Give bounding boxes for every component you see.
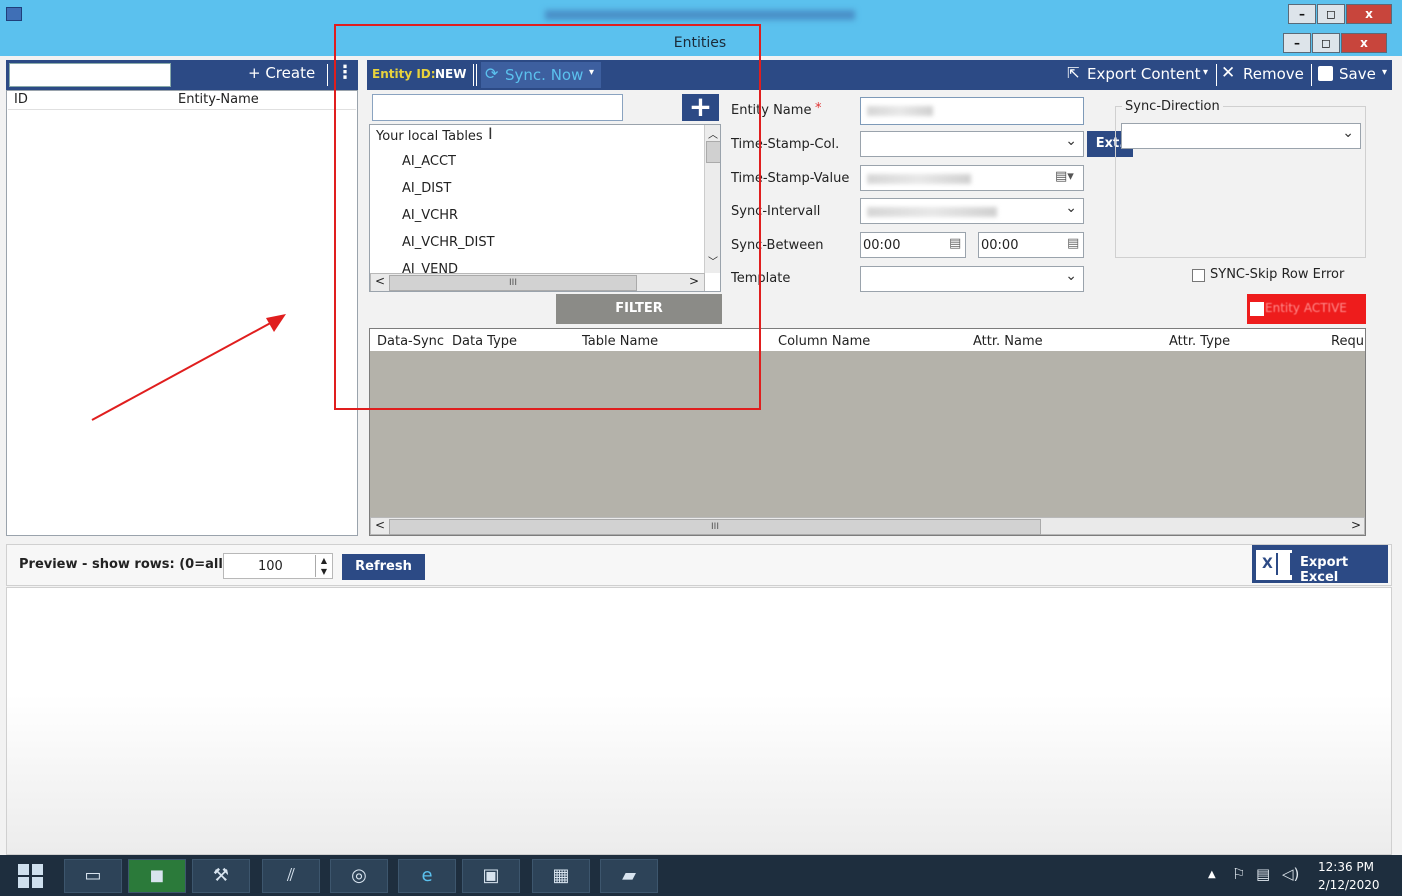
annotation-highlight-box <box>334 24 761 410</box>
entity-name-value-blurred <box>867 106 933 116</box>
inner-minimize-button[interactable]: – <box>1283 33 1311 53</box>
save-label: Save <box>1339 65 1376 83</box>
tray-chevron-icon[interactable]: ▲ <box>1208 869 1216 880</box>
rows-stepper[interactable]: ▲ ▼ <box>315 555 332 577</box>
col-header-id[interactable]: ID <box>14 92 28 107</box>
skip-row-error-checkbox[interactable] <box>1192 269 1205 282</box>
remote-desktop-icon[interactable]: ▣ <box>462 859 520 893</box>
time-picker-icon[interactable]: ▤ <box>949 236 961 251</box>
excel-icon-grid <box>1276 553 1292 575</box>
preview-label: Preview - show rows: (0=all) <box>19 557 229 572</box>
export-icon: ⇱ <box>1067 64 1080 82</box>
sync-between-to-input[interactable]: 00:00 ▤ <box>978 232 1084 258</box>
sync-between-to-value: 00:00 <box>981 238 1019 253</box>
outer-title-blurred <box>545 10 855 20</box>
skip-row-error-label: SYNC-Skip Row Error <box>1210 267 1345 282</box>
server-manager-icon[interactable]: ⚒ <box>192 859 250 893</box>
entity-active-checkbox[interactable] <box>1250 302 1264 316</box>
entity-list-header-line <box>8 109 356 110</box>
timestamp-value-blurred <box>867 174 971 184</box>
sync-direction-label: Sync-Direction <box>1122 99 1223 114</box>
grid-hscroll[interactable]: < III > <box>370 517 1365 535</box>
calendar-icon[interactable]: ▤▾ <box>1055 169 1074 184</box>
remove-label: Remove <box>1243 65 1304 83</box>
network-icon[interactable]: ▤ <box>1256 865 1270 883</box>
app-icon <box>6 7 22 21</box>
remove-button[interactable]: ✕ Remove <box>1220 63 1305 87</box>
col-header-entity-name[interactable]: Entity-Name <box>178 92 259 107</box>
left-panel-divider <box>327 64 328 86</box>
sync-app-icon[interactable]: ◎ <box>330 859 388 893</box>
timestamp-col-select[interactable] <box>860 131 1084 157</box>
sync-direction-select[interactable] <box>1121 123 1361 149</box>
window-app-icon[interactable]: ▦ <box>532 859 590 893</box>
excel-icon-letter: X <box>1262 556 1273 572</box>
export-excel-button[interactable]: X Export Excel <box>1252 545 1388 585</box>
grid-col-attr-name[interactable]: Attr. Name <box>973 334 1043 349</box>
annotation-arrow-icon <box>91 314 286 421</box>
preview-rows-value: 100 <box>258 559 283 574</box>
sync-interval-select[interactable] <box>860 198 1084 224</box>
required-mark: * <box>815 101 822 116</box>
entity-active-toggle[interactable]: Entity ACTIVE <box>1247 294 1366 324</box>
store-icon[interactable]: ◼ <box>128 859 186 893</box>
grid-hscroll-thumb[interactable]: III <box>389 519 1041 535</box>
start-tile <box>32 877 43 888</box>
toolbar-separator-2 <box>1216 64 1217 86</box>
export-dropdown-icon: ▾ <box>1203 67 1209 78</box>
save-button[interactable]: Save ▾ <box>1316 63 1390 87</box>
grid-col-attr-type[interactable]: Attr. Type <box>1169 334 1230 349</box>
preview-content[interactable] <box>6 587 1392 855</box>
outer-close-button[interactable]: x <box>1346 4 1392 24</box>
inner-maximize-button[interactable]: ◻ <box>1312 33 1340 53</box>
volume-icon[interactable]: ◁) <box>1282 865 1299 883</box>
sync-interval-blurred <box>867 207 997 217</box>
grid-scroll-left-icon[interactable]: < <box>375 518 385 532</box>
grid-col-column-name[interactable]: Column Name <box>778 334 870 349</box>
time-picker-icon[interactable]: ▤ <box>1067 236 1079 251</box>
excel-icon: X <box>1255 549 1293 581</box>
outer-minimize-button[interactable]: – <box>1288 4 1316 24</box>
entity-name-input[interactable] <box>860 97 1084 125</box>
export-content-button[interactable]: ⇱ Export Content ▾ <box>1065 63 1215 87</box>
outer-maximize-button[interactable]: ◻ <box>1317 4 1345 24</box>
inner-close-button[interactable]: x <box>1341 33 1387 53</box>
start-tile <box>32 864 43 875</box>
app-tool-icon[interactable]: ⫽ <box>262 859 320 893</box>
save-icon <box>1318 66 1333 81</box>
save-dropdown-icon: ▾ <box>1382 67 1388 78</box>
internet-explorer-icon[interactable]: e <box>398 859 456 893</box>
start-tile <box>18 877 29 888</box>
taskbar: ▭ ◼ ⚒ ⫽ ◎ e ▣ ▦ ▰ ▲ ⚐ ▤ ◁) 12:36 PM 2/12… <box>0 855 1402 896</box>
start-tile <box>18 864 29 875</box>
entity-active-label: Entity ACTIVE <box>1265 301 1347 315</box>
grid-col-required[interactable]: Requ <box>1331 334 1365 349</box>
entity-search-input[interactable] <box>9 63 171 87</box>
create-button[interactable]: + Create <box>248 64 315 82</box>
start-button-icon[interactable] <box>4 861 60 891</box>
remove-icon: ✕ <box>1221 63 1236 83</box>
file-explorer-icon[interactable]: ▭ <box>64 859 122 893</box>
timestamp-value-input[interactable]: ▤▾ <box>860 165 1084 191</box>
export-content-label: Export Content <box>1087 65 1201 83</box>
export-excel-label: Export Excel <box>1300 555 1349 585</box>
flag-icon[interactable]: ⚐ <box>1232 865 1245 883</box>
clock-date[interactable]: 2/12/2020 <box>1318 878 1380 892</box>
sync-between-from-value: 00:00 <box>863 238 901 253</box>
toolbar-separator-3 <box>1311 64 1312 86</box>
clock-time[interactable]: 12:36 PM <box>1318 860 1374 874</box>
refresh-button[interactable]: Refresh <box>342 554 425 580</box>
notes-app-icon[interactable]: ▰ <box>600 859 658 893</box>
grid-scroll-right-icon[interactable]: > <box>1351 518 1361 532</box>
sync-between-from-input[interactable]: 00:00 ▤ <box>860 232 966 258</box>
preview-rows-input[interactable]: 100 ▲ ▼ <box>223 553 333 579</box>
template-select[interactable] <box>860 266 1084 292</box>
